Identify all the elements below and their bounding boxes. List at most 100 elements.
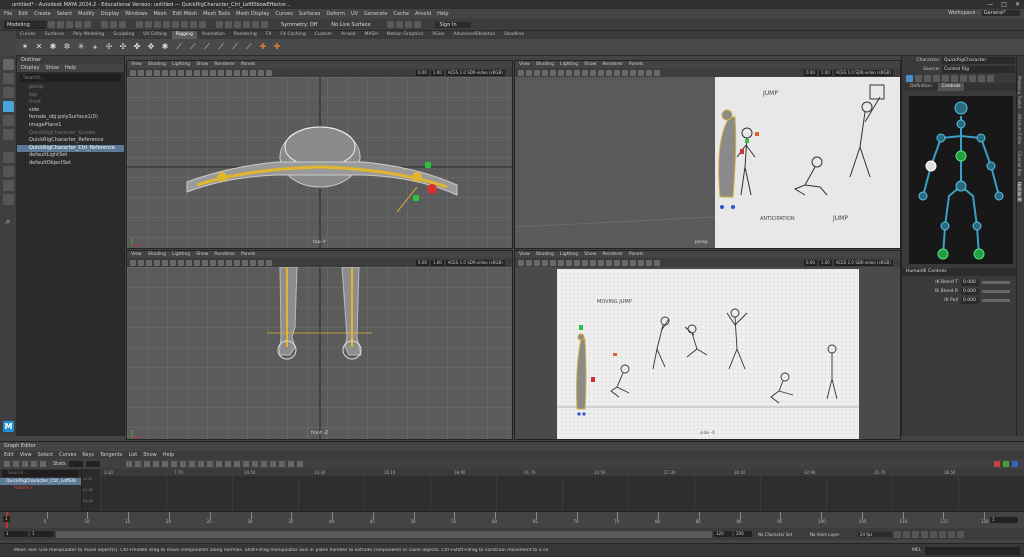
ge-tangent-15-icon[interactable] (251, 461, 258, 467)
vp-smooth-icon[interactable] (146, 259, 152, 266)
layout-four-icon[interactable] (2, 166, 14, 177)
command-line-lang[interactable]: MEL (912, 548, 921, 553)
cluster-icon[interactable]: ✱ (160, 42, 170, 52)
graph-editor-canvas[interactable] (100, 476, 1024, 512)
vp-menu-show[interactable]: Show (584, 62, 596, 67)
viewport-persp[interactable]: View Shading Lighting Show Renderer Pane… (514, 60, 901, 249)
shelf-tab-curves[interactable]: Curves (16, 31, 40, 39)
play-go-start-icon[interactable] (894, 530, 901, 538)
vp-bookmark-icon[interactable] (258, 69, 264, 76)
ge-search-input[interactable]: Search... (2, 470, 79, 477)
outliner-item[interactable]: persp (17, 84, 124, 92)
play-forwards-icon[interactable] (930, 530, 937, 538)
hik-icon-4[interactable] (933, 75, 940, 82)
menu-mesh[interactable]: Mesh (153, 11, 166, 17)
shelf-tab-fx-caching[interactable]: FX Caching (276, 31, 309, 39)
outliner-item[interactable]: front (17, 99, 124, 107)
vp-texture-icon[interactable] (542, 259, 548, 266)
vp-bookmark-icon[interactable] (646, 69, 652, 76)
viewport-side[interactable]: View Shading Lighting Show Renderer Pane… (514, 250, 901, 440)
vp-camera-icon[interactable] (130, 69, 136, 76)
snap-grid-icon[interactable] (216, 21, 223, 28)
ge-stat-field-2[interactable] (85, 461, 100, 467)
character-select[interactable]: QuickRigCharacter (942, 57, 1015, 64)
mask-icon-5[interactable] (172, 21, 179, 28)
vp-menu-renderer[interactable]: Renderer (214, 62, 235, 67)
outliner-item[interactable]: QuickRigCharacter_Ctrl_Reference (17, 144, 124, 153)
humanik-control-value[interactable]: 0.000 (961, 288, 979, 295)
humanik-icon[interactable]: ✥ (146, 42, 156, 52)
shelf-tab-rendering[interactable]: Rendering (230, 31, 261, 39)
ge-menu-help[interactable]: Help (163, 452, 174, 458)
paint-weights-icon[interactable]: ✣ (118, 42, 128, 52)
ik-handle-icon[interactable]: ✳ (76, 42, 86, 52)
render-icon[interactable] (387, 21, 395, 28)
hik-icon-10[interactable] (987, 75, 994, 82)
vp-resolution-icon[interactable] (234, 259, 240, 266)
select-tool-icon[interactable] (2, 59, 14, 70)
vp-light-icon[interactable] (162, 69, 168, 76)
vp-menu-panels[interactable]: Panels (629, 62, 643, 67)
close-button[interactable]: ✕ (1015, 1, 1020, 8)
vp-menu-shading[interactable]: Shading (148, 252, 166, 257)
pole-vector-icon[interactable]: ⟋ (244, 42, 254, 52)
constraint-point-icon[interactable]: ⟋ (188, 42, 198, 52)
vp-gamma-field[interactable]: 1.00 (818, 69, 832, 76)
vp-camera-icon[interactable] (518, 259, 524, 266)
vp-aa-icon[interactable] (598, 259, 604, 266)
humanik-control-slider[interactable] (982, 281, 1010, 284)
range-min-field[interactable]: 1 (30, 531, 54, 537)
outliner-item[interactable]: QuickRigCharacter_Reference (17, 137, 124, 145)
mask-icon-7[interactable] (190, 21, 197, 28)
vp-safe-icon[interactable] (242, 69, 248, 76)
shelf-tab-uv-editing[interactable]: UV Editing (139, 31, 170, 39)
ge-menu-show[interactable]: Show (143, 452, 157, 458)
outliner-item[interactable]: defaultLightSet (17, 152, 124, 160)
ge-curve-blue-icon[interactable] (1012, 461, 1018, 467)
select-hierarchy-icon[interactable] (101, 21, 108, 28)
mirror-joint-icon[interactable]: ✱ (48, 42, 58, 52)
move-tool-icon[interactable] (2, 101, 14, 112)
vp-isolate-icon[interactable] (186, 69, 192, 76)
play-step-back-key-icon[interactable] (903, 530, 910, 538)
ge-tangent-14-icon[interactable] (242, 461, 249, 467)
vp-dof-icon[interactable] (218, 259, 224, 266)
shelf-tab-arnold[interactable]: Arnold (337, 31, 360, 39)
ge-curve-red-icon[interactable] (994, 461, 1000, 467)
ge-tangent-2-icon[interactable] (134, 461, 141, 467)
vp-light-icon[interactable] (550, 259, 556, 266)
vp-menu-view[interactable]: View (519, 252, 530, 257)
outliner-menu-help[interactable]: Help (65, 65, 76, 71)
new-scene-icon[interactable] (48, 21, 55, 28)
play-step-back-icon[interactable] (912, 530, 919, 538)
minimize-button[interactable]: — (987, 1, 993, 8)
vp-menu-lighting[interactable]: Lighting (560, 252, 578, 257)
vp-wireframe-icon[interactable] (526, 259, 532, 266)
vp-menu-panels[interactable]: Panels (241, 62, 255, 67)
vp-gate-icon[interactable] (266, 69, 272, 76)
shelf-tab-poly-modeling[interactable]: Poly Modeling (69, 31, 108, 39)
vp-shadow-icon[interactable] (558, 69, 564, 76)
hik-tab-definition[interactable]: Definition (906, 83, 936, 91)
outliner-search-input[interactable]: Search... (20, 74, 121, 82)
outliner-item[interactable]: top (17, 92, 124, 100)
vp-motionblur-icon[interactable] (614, 69, 620, 76)
hypershade-icon[interactable] (414, 21, 422, 28)
menu-file[interactable]: File (4, 11, 12, 17)
menu-generate[interactable]: Generate (364, 11, 387, 17)
vp-colorspace-select[interactable]: ACES 1.0 SDR-video (sRGB) (445, 259, 505, 266)
vp-motionblur-icon[interactable] (614, 259, 620, 266)
outliner-menu-show[interactable]: Show (45, 65, 59, 71)
mask-icon[interactable] (136, 21, 143, 28)
vp-resolution-icon[interactable] (622, 69, 628, 76)
layout-single-icon[interactable] (2, 152, 14, 163)
hik-icon-6[interactable] (951, 75, 958, 82)
create-joints-icon[interactable]: ✶ (20, 42, 30, 52)
vp-bookmark-icon[interactable] (258, 259, 264, 266)
vp-resolution-icon[interactable] (234, 69, 240, 76)
ge-tangent-4-icon[interactable] (152, 461, 159, 467)
vp-dof-icon[interactable] (606, 69, 612, 76)
menu-arnold[interactable]: Arnold (415, 11, 431, 17)
constraint-aim-icon[interactable]: ⟋ (230, 42, 240, 52)
vp-ao-icon[interactable] (202, 259, 208, 266)
